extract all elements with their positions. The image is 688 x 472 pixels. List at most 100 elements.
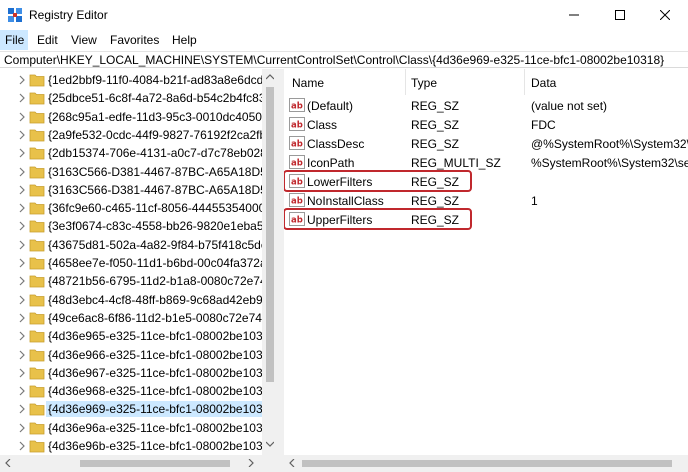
tree-item[interactable]: {3163C566-D381-4467-87BC-A65A18D5B — [0, 181, 275, 199]
tree-item-label[interactable]: {268c95a1-edfe-11d3-95c3-0010dc4050a — [46, 109, 271, 125]
tree-horizontal-scroll-thumb[interactable] — [80, 460, 230, 467]
tree-item[interactable]: {4d36e966-e325-11ce-bfc1-08002be1031 — [0, 346, 269, 364]
tree-item-label[interactable]: {48d3ebc4-4cf8-48ff-b869-9c68ad42eb9 — [46, 292, 265, 308]
tree-item-label[interactable]: {3163C566-D381-4467-87BC-A65A18D5B — [46, 164, 277, 180]
expand-arrow-icon[interactable] — [18, 258, 26, 268]
tree-item-label[interactable]: {2a9fe532-0cdc-44f9-9827-76192f2ca2fb — [46, 127, 268, 143]
tree-item-label[interactable]: {4d36e967-e325-11ce-bfc1-08002be1031 — [46, 365, 271, 381]
tree-item-label[interactable]: {3163C566-D381-4467-87BC-A65A18D5B — [46, 182, 277, 198]
tree-item[interactable]: {48d3ebc4-4cf8-48ff-b869-9c68ad42eb9 — [0, 291, 265, 309]
value-name[interactable]: Class — [307, 118, 337, 132]
tree-item-label[interactable]: {49ce6ac8-6f86-11d2-b1e5-0080c72e74a — [46, 310, 271, 326]
value-row[interactable]: ab ClassDesc REG_SZ @%SystemRoot%\System32\… — [284, 134, 688, 153]
expand-arrow-icon[interactable] — [18, 75, 26, 85]
column-header-name[interactable]: Name — [292, 69, 324, 95]
tree-item[interactable]: {2db15374-706e-4131-a0c7-d7c78eb0289 — [0, 144, 274, 162]
address-path[interactable]: Computer\HKEY_LOCAL_MACHINE\SYSTEM\Curre… — [4, 53, 664, 67]
values-horizontal-scrollbar[interactable] — [284, 455, 688, 472]
tree-item[interactable]: {49ce6ac8-6f86-11d2-b1e5-0080c72e74a — [0, 309, 269, 327]
tree-item[interactable]: {25dbce51-6c8f-4a72-8a6d-b54c2b4fc83 — [0, 89, 266, 107]
address-bar[interactable]: Computer\HKEY_LOCAL_MACHINE\SYSTEM\Curre… — [0, 51, 688, 68]
expand-arrow-icon[interactable] — [18, 167, 26, 177]
value-row[interactable]: ab (Default) REG_SZ (value not set) — [284, 96, 688, 115]
key-tree-pane[interactable]: {1ed2bbf9-11f0-4084-b21f-ad83a8e6dcd {25d… — [0, 69, 277, 472]
tree-item-label[interactable]: {4d36e965-e325-11ce-bfc1-08002be1031 — [46, 328, 271, 344]
tree-item-label[interactable]: {1ed2bbf9-11f0-4084-b21f-ad83a8e6dcd — [46, 72, 265, 88]
expand-arrow-icon[interactable] — [18, 313, 26, 323]
tree-item-label[interactable]: {2db15374-706e-4131-a0c7-d7c78eb0289 — [46, 145, 276, 161]
tree-item[interactable]: {4658ee7e-f050-11d1-b6bd-00c04fa372a — [0, 254, 267, 272]
tree-item-label[interactable]: {4d36e969-e325-11ce-bfc1-08002be1031 — [46, 401, 272, 418]
tree-item[interactable]: {4d36e96a-e325-11ce-bfc1-08002be1031 — [0, 419, 269, 437]
tree-item[interactable]: {43675d81-502a-4a82-9f84-b75f418c5de — [0, 236, 268, 254]
tree-item[interactable]: {3e3f0674-c83c-4558-bb26-9820e1eba5c — [0, 217, 270, 235]
expand-arrow-icon[interactable] — [18, 112, 26, 122]
tree-item-label[interactable]: {4d36e96b-e325-11ce-bfc1-08002be1031 — [46, 438, 271, 454]
tree-item[interactable]: {1ed2bbf9-11f0-4084-b21f-ad83a8e6dcd — [0, 71, 265, 89]
scroll-left-icon[interactable] — [5, 459, 11, 467]
expand-arrow-icon[interactable] — [18, 350, 26, 360]
maximize-button[interactable] — [597, 0, 643, 30]
value-name[interactable]: ClassDesc — [307, 137, 364, 151]
minimize-button[interactable] — [551, 0, 597, 30]
tree-item-label[interactable]: {43675d81-502a-4a82-9f84-b75f418c5de — [46, 237, 270, 253]
tree-item-label[interactable]: {4d36e966-e325-11ce-bfc1-08002be1031 — [46, 347, 271, 363]
tree-item-label[interactable]: {4658ee7e-f050-11d1-b6bd-00c04fa372a — [46, 255, 269, 271]
expand-arrow-icon[interactable] — [18, 386, 26, 396]
value-row[interactable]: ab Class REG_SZ FDC — [284, 115, 688, 134]
expand-arrow-icon[interactable] — [18, 276, 26, 286]
tree-item[interactable]: {48721b56-6795-11d2-b1a8-0080c72e74a — [0, 272, 273, 290]
menu-view[interactable]: View — [71, 33, 97, 47]
expand-arrow-icon[interactable] — [18, 203, 26, 213]
tree-item-label[interactable]: {36fc9e60-c465-11cf-8056-444553540000 — [46, 200, 274, 216]
menu-help[interactable]: Help — [172, 33, 197, 47]
tree-item-label[interactable]: {3e3f0674-c83c-4558-bb26-9820e1eba5c — [46, 218, 272, 234]
value-name[interactable]: IconPath — [307, 156, 354, 170]
tree-item[interactable]: {3163C566-D381-4467-87BC-A65A18D5B — [0, 163, 275, 181]
menu-favorites[interactable]: Favorites — [110, 33, 159, 47]
column-divider[interactable] — [524, 69, 525, 95]
tree-item[interactable]: {4d36e968-e325-11ce-bfc1-08002be1031 — [0, 382, 269, 400]
tree-item-label[interactable]: {4d36e968-e325-11ce-bfc1-08002be1031 — [46, 383, 271, 399]
string-value-icon: ab — [289, 117, 305, 131]
expand-arrow-icon[interactable] — [18, 240, 26, 250]
values-horizontal-scroll-thumb[interactable] — [302, 460, 672, 467]
tree-item-label[interactable]: {25dbce51-6c8f-4a72-8a6d-b54c2b4fc83 — [46, 90, 268, 106]
expand-arrow-icon[interactable] — [18, 331, 26, 341]
column-header-data[interactable]: Data — [531, 69, 556, 95]
tree-item-label[interactable]: {48721b56-6795-11d2-b1a8-0080c72e74a — [46, 273, 275, 289]
expand-arrow-icon[interactable] — [18, 295, 26, 305]
expand-arrow-icon[interactable] — [18, 130, 26, 140]
expand-arrow-icon[interactable] — [18, 423, 26, 433]
scroll-down-icon[interactable] — [266, 441, 274, 447]
tree-item[interactable]: {4d36e965-e325-11ce-bfc1-08002be1031 — [0, 327, 269, 345]
tree-item[interactable]: {2a9fe532-0cdc-44f9-9827-76192f2ca2fb — [0, 126, 266, 144]
column-divider[interactable] — [405, 69, 406, 95]
tree-horizontal-scrollbar[interactable] — [0, 455, 278, 472]
expand-arrow-icon[interactable] — [18, 221, 26, 231]
expand-arrow-icon[interactable] — [18, 441, 26, 451]
menu-file[interactable]: File — [0, 30, 28, 50]
expand-arrow-icon[interactable] — [18, 185, 26, 195]
menu-edit[interactable]: Edit — [37, 33, 58, 47]
scroll-right-icon[interactable] — [248, 459, 254, 467]
values-pane[interactable]: Name Type Data ab (Default) REG_SZ (value n… — [284, 69, 688, 472]
expand-arrow-icon[interactable] — [18, 148, 26, 158]
tree-item[interactable]: {4d36e969-e325-11ce-bfc1-08002be1031 — [0, 400, 272, 418]
column-header-type[interactable]: Type — [411, 69, 437, 95]
expand-arrow-icon[interactable] — [18, 404, 26, 414]
tree-item[interactable]: {4d36e96b-e325-11ce-bfc1-08002be1031 — [0, 437, 269, 455]
expand-arrow-icon[interactable] — [18, 93, 26, 103]
tree-item[interactable]: {4d36e967-e325-11ce-bfc1-08002be1031 — [0, 364, 269, 382]
scroll-up-icon[interactable] — [266, 74, 274, 80]
value-name[interactable]: (Default) — [307, 99, 353, 113]
tree-vertical-scroll-thumb[interactable] — [266, 87, 274, 382]
close-button[interactable] — [642, 0, 688, 30]
tree-item-label[interactable]: {4d36e96a-e325-11ce-bfc1-08002be1031 — [46, 420, 271, 436]
value-name[interactable]: NoInstallClass — [307, 194, 384, 208]
tree-vertical-scrollbar[interactable] — [262, 69, 278, 455]
tree-item[interactable]: {36fc9e60-c465-11cf-8056-444553540000 — [0, 199, 272, 217]
scroll-left-icon[interactable] — [289, 459, 295, 467]
tree-item[interactable]: {268c95a1-edfe-11d3-95c3-0010dc4050a — [0, 108, 269, 126]
expand-arrow-icon[interactable] — [18, 368, 26, 378]
